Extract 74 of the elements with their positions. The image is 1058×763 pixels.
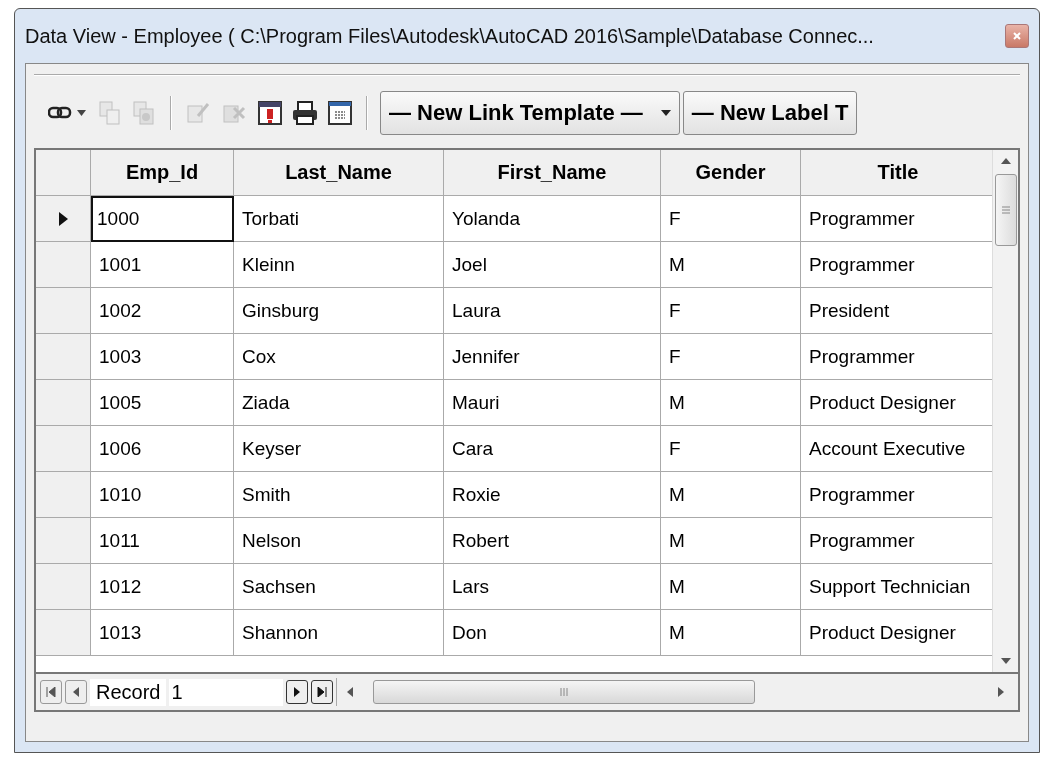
first-icon — [46, 687, 56, 697]
table-cell[interactable]: M — [661, 518, 801, 564]
table-cell[interactable]: 1005 — [91, 380, 234, 426]
table-cell[interactable]: Don — [444, 610, 661, 656]
column-header[interactable]: First_Name — [444, 150, 661, 196]
table-cell[interactable]: Robert — [444, 518, 661, 564]
close-button[interactable] — [1005, 24, 1029, 48]
column-header[interactable]: Emp_Id — [91, 150, 234, 196]
table-cell[interactable]: M — [661, 242, 801, 288]
scroll-right-icon[interactable] — [998, 687, 1004, 697]
table-cell[interactable]: Torbati — [234, 196, 444, 242]
column-header[interactable]: Last_Name — [234, 150, 444, 196]
scroll-left-icon[interactable] — [347, 687, 354, 697]
table-cell[interactable]: Roxie — [444, 472, 661, 518]
first-record-button[interactable] — [40, 680, 62, 704]
table-cell[interactable]: M — [661, 380, 801, 426]
table-cell[interactable]: M — [661, 472, 801, 518]
grip-icon — [1001, 206, 1010, 214]
table-cell[interactable]: Yolanda — [444, 196, 661, 242]
grip-icon — [560, 688, 569, 696]
table-cell[interactable]: Mauri — [444, 380, 661, 426]
table-cell[interactable]: F — [661, 426, 801, 472]
previous-record-button[interactable] — [65, 680, 87, 704]
caret-icon — [660, 110, 671, 116]
table-cell[interactable]: Kleinn — [234, 242, 444, 288]
table-cell[interactable]: 1002 — [91, 288, 234, 334]
table-cell[interactable]: Cara — [444, 426, 661, 472]
next-icon — [293, 687, 302, 697]
row-header[interactable] — [36, 196, 91, 242]
last-record-button[interactable] — [311, 680, 334, 704]
table-cell[interactable]: F — [661, 196, 801, 242]
vertical-scrollbar[interactable] — [992, 150, 1018, 672]
table-cell[interactable]: M — [661, 564, 801, 610]
record-number-field[interactable]: 1 — [169, 678, 284, 706]
table-cell[interactable]: 1006 — [91, 426, 234, 472]
table-cell[interactable]: Jennifer — [444, 334, 661, 380]
table-cell[interactable]: Ginsburg — [234, 288, 444, 334]
table-cell[interactable]: F — [661, 288, 801, 334]
table-cell[interactable]: 1003 — [91, 334, 234, 380]
table-cell[interactable]: 1010 — [91, 472, 234, 518]
previous-icon — [72, 687, 80, 697]
table-cell[interactable]: 1013 — [91, 610, 234, 656]
scroll-down-icon[interactable] — [1000, 658, 1011, 664]
table-cell[interactable]: 1001 — [91, 242, 234, 288]
form-icon[interactable] — [256, 99, 284, 127]
table-cell[interactable]: 1000 — [91, 196, 234, 242]
window-title: Data View - Employee ( C:\Program Files\Autodesk\AutoCAD 2016\Sample\Database Connec... — [25, 24, 874, 48]
table-cell[interactable]: Smith — [234, 472, 444, 518]
current-row-icon — [58, 211, 68, 226]
table-cell[interactable]: F — [661, 334, 801, 380]
scroll-thumb[interactable] — [373, 680, 756, 704]
label-template-dropdown[interactable]: — New Label T — [682, 91, 858, 135]
record-label: Record — [90, 678, 167, 706]
scroll-up-icon[interactable] — [1000, 158, 1011, 164]
table-cell[interactable]: Joel — [444, 242, 661, 288]
print-icon[interactable] — [290, 99, 320, 127]
next-record-button[interactable] — [286, 680, 309, 704]
table-cell[interactable]: Shannon — [234, 610, 444, 656]
table-cell[interactable]: Laura — [444, 288, 661, 334]
table-cell[interactable]: Cox — [234, 334, 444, 380]
close-icon — [1012, 31, 1022, 41]
table-cell[interactable]: 1011 — [91, 518, 234, 564]
link-template-dropdown[interactable]: — New Link Template — — [380, 91, 680, 135]
table-cell[interactable]: Sachsen — [234, 564, 444, 610]
table-cell[interactable]: M — [661, 610, 801, 656]
column-header[interactable]: Gender — [661, 150, 801, 196]
table-cell[interactable]: Ziada — [234, 380, 444, 426]
table-cell[interactable]: Nelson — [234, 518, 444, 564]
last-icon — [317, 687, 328, 697]
grid-icon[interactable] — [326, 99, 354, 127]
scroll-thumb[interactable] — [994, 174, 1017, 246]
table-cell[interactable]: Keyser — [234, 426, 444, 472]
table-cell[interactable]: 1012 — [91, 564, 234, 610]
table-cell[interactable]: Lars — [444, 564, 661, 610]
